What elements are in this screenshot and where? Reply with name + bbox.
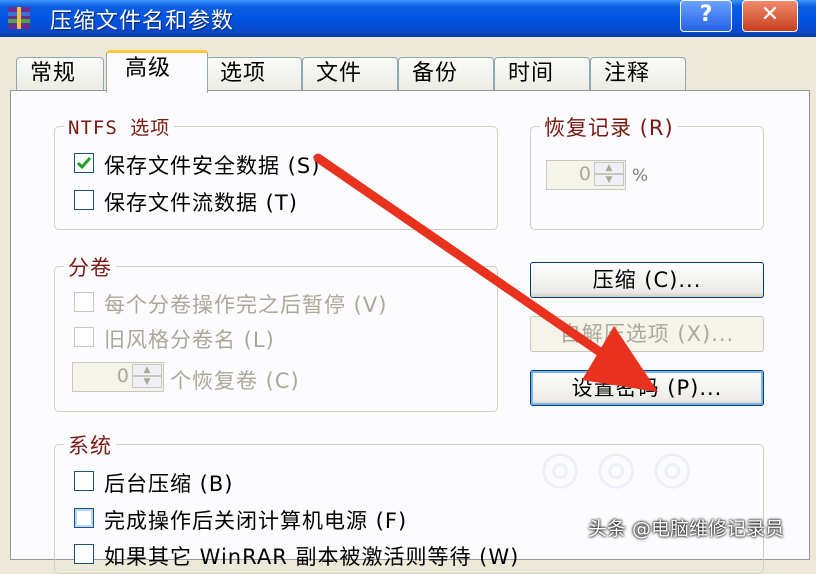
save-streams-checkbox[interactable] [74,190,94,210]
spin-up-icon[interactable]: ▲ [594,162,624,174]
compression-button[interactable]: 压缩 (C)... [530,262,764,298]
window-title: 压缩文件名和参数 [50,9,235,34]
background-archiving-checkbox[interactable] [74,471,94,491]
checkmark-icon [76,157,92,170]
help-button[interactable]: ? [680,0,732,32]
pause-after-volume-label: 每个分卷操作完之后暂停 (V) [104,293,388,317]
winrar-app-icon [6,5,32,31]
old-style-names-checkbox[interactable] [74,327,94,347]
tab-general[interactable]: 常规 [16,57,104,91]
recovery-record-spinner[interactable]: 0 ▲ ▼ [546,160,626,190]
title-bar: 压缩文件名和参数 ? ✕ [0,0,816,37]
set-password-button[interactable]: 设置密码 (P)... [530,370,764,406]
sfx-options-button[interactable]: 自解压选项 (X)... [530,316,764,352]
save-security-label: 保存文件安全数据 (S) [104,154,321,178]
watermark-logo: ◎ ◎ ◎ [540,440,693,494]
watermark-text: 头条 @电脑维修记录员 [588,518,785,540]
pause-after-volume-checkbox[interactable] [74,292,94,312]
background-archiving-label: 后台压缩 (B) [104,472,234,496]
spin-down-icon[interactable]: ▼ [594,174,624,186]
tab-advanced[interactable]: 高级 [106,50,208,93]
wait-other-winrar-checkbox[interactable] [74,544,94,564]
wait-other-winrar-label: 如果其它 WinRAR 副本被激活则等待 (W) [104,545,520,569]
ntfs-options-title: NTFS 选项 [64,113,175,140]
shutdown-when-done-checkbox[interactable] [74,508,94,528]
tab-comment[interactable]: 注释 [590,57,686,91]
spin-up-icon[interactable]: ▲ [132,364,162,376]
close-button[interactable]: ✕ [742,0,798,32]
tab-time[interactable]: 时间 [494,57,590,91]
spin-down-icon[interactable]: ▼ [132,376,162,388]
system-title: 系统 [64,430,116,460]
recovery-volumes-label: 个恢复卷 (C) [170,369,300,393]
save-security-checkbox[interactable] [74,153,94,173]
recovery-volumes-spinner[interactable]: 0 ▲ ▼ [72,362,164,392]
tab-files[interactable]: 文件 [302,57,398,91]
recovery-volumes-value: 0 [116,365,129,387]
volumes-title: 分卷 [64,252,116,282]
recovery-record-title: 恢复记录 (R) [540,112,678,142]
save-streams-label: 保存文件流数据 (T) [104,191,298,215]
shutdown-when-done-label: 完成操作后关闭计算机电源 (F) [104,509,408,533]
recovery-record-value: 0 [578,163,591,185]
old-style-names-label: 旧风格分卷名 (L) [104,328,275,352]
recovery-unit: % [632,166,649,186]
tab-backup[interactable]: 备份 [398,57,494,91]
tab-options[interactable]: 选项 [206,57,302,91]
